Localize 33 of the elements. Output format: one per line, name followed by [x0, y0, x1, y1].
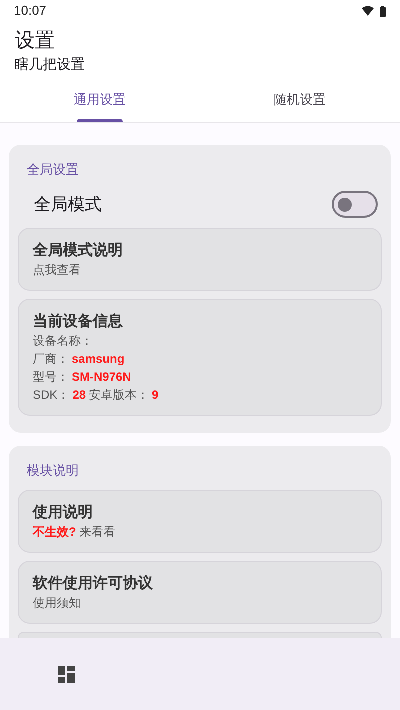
toggle-switch[interactable] — [332, 191, 378, 218]
card-text: 厂商： — [33, 351, 69, 368]
card-text: 型号： — [33, 369, 69, 386]
dashboard-icon — [58, 666, 74, 682]
info-card[interactable]: 使用说明 不生效? 来看看 — [18, 490, 382, 553]
info-card[interactable]: 当前设备信息 设备名称： 厂商： samsung 型号： SM-N976N SDK： 28 安卓版本： 9 — [18, 299, 382, 416]
card-title: 使用说明 — [33, 503, 94, 523]
wifi-icon — [362, 6, 374, 16]
card-text: 来看看 — [79, 524, 116, 541]
setting-label: 全局模式 — [34, 194, 102, 216]
card-title: 当前设备信息 — [33, 312, 124, 332]
card-title: 全局模式说明 — [33, 241, 124, 261]
info-card[interactable]: 全局模式说明 点我查看 — [18, 228, 382, 291]
section-title: 模块说明 — [26, 462, 80, 480]
highlight-text: 9 — [152, 387, 159, 404]
page-title: 设置 — [15, 29, 56, 54]
tab[interactable]: 随机设置 — [200, 84, 400, 122]
card-title: 软件使用许可协议 — [33, 574, 154, 594]
status-time: 10:07 — [14, 2, 47, 20]
card-text: 设备名称： — [33, 333, 93, 350]
highlight-text: 28 — [72, 387, 86, 404]
battery-icon — [380, 6, 386, 16]
card-text: 安卓版本： — [89, 387, 150, 404]
card-text: 使用须知 — [33, 595, 81, 612]
section-title: 全局设置 — [26, 161, 80, 179]
highlight-text: SM-N976N — [72, 369, 132, 386]
highlight-text: 不生效? — [33, 524, 76, 541]
page-subtitle: 瞎几把设置 — [15, 55, 86, 74]
highlight-text: samsung — [72, 351, 125, 368]
card-text: 点我查看 — [33, 262, 81, 279]
card-text: SDK： — [33, 387, 70, 404]
info-card[interactable]: 软件使用许可协议 使用须知 — [18, 561, 382, 624]
tab[interactable]: 通用设置 — [0, 84, 200, 122]
